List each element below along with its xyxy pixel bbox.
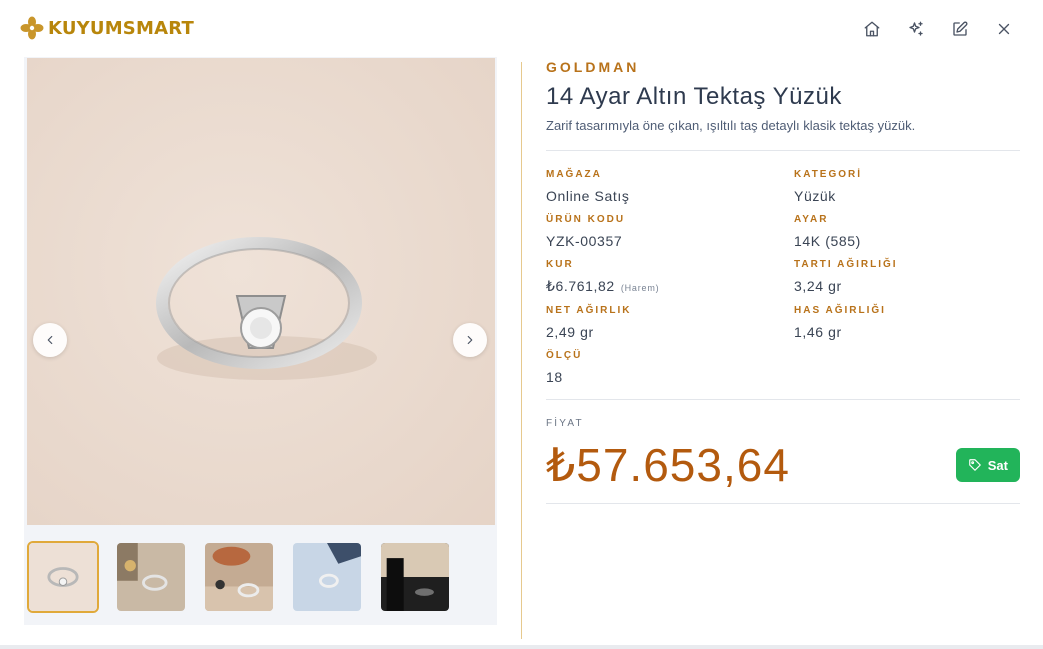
net-weight-label: NET AĞIRLIK bbox=[546, 305, 632, 316]
product-brand: GOLDMAN bbox=[546, 59, 640, 75]
gross-weight-value: 3,24 gr bbox=[794, 278, 842, 294]
section-divider bbox=[546, 503, 1020, 504]
product-attributes: MAĞAZA Online Satış KATEGORİ Yüzük ÜRÜN … bbox=[546, 169, 1020, 385]
size-label: ÖLÇÜ bbox=[546, 350, 583, 361]
sparkles-icon bbox=[909, 21, 923, 36]
pure-weight-label: HAS AĞIRLIĞI bbox=[794, 305, 886, 316]
product-title: 14 Ayar Altın Tektaş Yüzük bbox=[546, 83, 842, 110]
rate-field: KUR ₺6.761,82 (Harem) bbox=[546, 259, 794, 295]
tag-icon bbox=[968, 459, 981, 471]
karat-field: AYAR 14K (585) bbox=[794, 214, 1020, 249]
price-label: FİYAT bbox=[546, 418, 584, 429]
ai-sparkle-button[interactable] bbox=[901, 14, 931, 44]
net-weight-value: 2,49 gr bbox=[546, 324, 594, 340]
category-label: KATEGORİ bbox=[794, 169, 863, 180]
thumbnail-4[interactable] bbox=[291, 541, 363, 613]
code-label: ÜRÜN KODU bbox=[546, 214, 626, 225]
karat-label: AYAR bbox=[794, 214, 829, 225]
close-icon bbox=[998, 23, 1010, 35]
gallery-prev-button[interactable] bbox=[33, 323, 67, 357]
thumbnail-3[interactable] bbox=[203, 541, 275, 613]
section-divider bbox=[546, 150, 1020, 151]
product-description: Zarif tasarımıyla öne çıkan, ışıltılı ta… bbox=[546, 118, 916, 133]
price-section: FİYAT ₺57.653,64 Sat bbox=[546, 399, 1020, 504]
net-weight-field: NET AĞIRLIK 2,49 gr bbox=[546, 305, 794, 340]
store-field: MAĞAZA Online Satış bbox=[546, 169, 794, 204]
category-value: Yüzük bbox=[794, 188, 836, 204]
home-button[interactable] bbox=[857, 14, 887, 44]
thumbnail-2[interactable] bbox=[115, 541, 187, 613]
karat-value: 14K (585) bbox=[794, 233, 861, 249]
gross-weight-label: TARTI AĞIRLIĞI bbox=[794, 259, 898, 270]
sell-button-label: Sat bbox=[987, 457, 1008, 473]
sell-button[interactable]: Sat bbox=[955, 448, 1020, 482]
price-row: ₺57.653,64 Sat bbox=[546, 437, 1020, 493]
store-value: Online Satış bbox=[546, 188, 630, 204]
gross-weight-field: TARTI AĞIRLIĞI 3,24 gr bbox=[794, 259, 1020, 295]
thumbnail-1[interactable] bbox=[27, 541, 99, 613]
size-field: ÖLÇÜ 18 bbox=[546, 350, 794, 385]
product-detail-window: KUYUMSMART GOLDMAN 14 Ayar Altın Tektaş … bbox=[0, 0, 1043, 649]
rate-source-note: (Harem) bbox=[620, 283, 660, 293]
chevron-left-icon bbox=[47, 335, 53, 345]
clover-logo-icon bbox=[20, 16, 44, 40]
code-value: YZK-00357 bbox=[546, 233, 623, 249]
price-value: ₺57.653,64 bbox=[546, 439, 790, 491]
thumbnail-5[interactable] bbox=[379, 541, 451, 613]
product-details: GOLDMAN 14 Ayar Altın Tektaş Yüzük Zarif… bbox=[546, 57, 1020, 504]
chevron-right-icon bbox=[467, 335, 473, 345]
rate-value-row: ₺6.761,82 (Harem) bbox=[546, 278, 794, 295]
rate-value: ₺6.761,82 bbox=[546, 278, 615, 294]
code-field: ÜRÜN KODU YZK-00357 bbox=[546, 214, 794, 249]
pure-weight-field: HAS AĞIRLIĞI 1,46 gr bbox=[794, 305, 1020, 340]
header-actions bbox=[857, 14, 1019, 44]
image-gallery bbox=[24, 57, 497, 625]
store-label: MAĞAZA bbox=[546, 169, 602, 180]
edit-icon bbox=[953, 21, 968, 36]
main-product-image bbox=[27, 58, 495, 525]
logo-text: KUYUMSMART bbox=[48, 17, 194, 39]
pure-weight-value: 1,46 gr bbox=[794, 324, 842, 340]
size-value: 18 bbox=[546, 369, 563, 385]
thumbnail-strip bbox=[27, 541, 451, 613]
home-icon bbox=[864, 21, 880, 37]
rate-label: KUR bbox=[546, 259, 574, 270]
close-button[interactable] bbox=[989, 14, 1019, 44]
vertical-divider bbox=[521, 62, 522, 639]
category-field: KATEGORİ Yüzük bbox=[794, 169, 1020, 204]
gallery-next-button[interactable] bbox=[453, 323, 487, 357]
app-logo[interactable]: KUYUMSMART bbox=[20, 16, 194, 40]
edit-button[interactable] bbox=[945, 14, 975, 44]
section-divider bbox=[546, 399, 1020, 400]
